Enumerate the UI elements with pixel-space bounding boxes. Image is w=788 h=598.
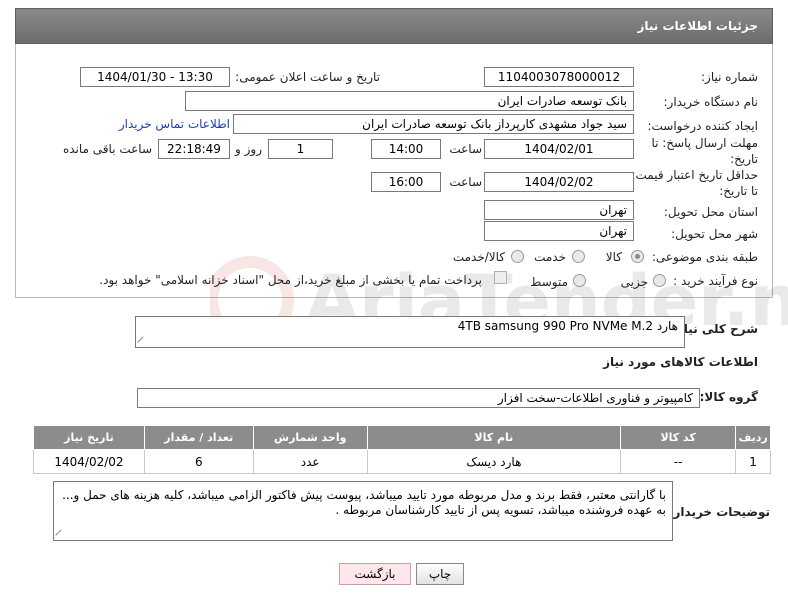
announce-field: 1404/01/30 - 13:30: [80, 67, 230, 87]
cell-row-number: 1: [735, 449, 771, 474]
panel-title: جزئیات اطلاعات نیاز: [637, 19, 758, 33]
process-medium-label: متوسط: [530, 275, 568, 289]
province-label: استان محل تحویل:: [663, 205, 758, 219]
buyer-org-label: نام دستگاه خریدار:: [663, 95, 759, 109]
process-radio-medium[interactable]: [573, 274, 586, 287]
goods-group-label: گروه کالا:: [699, 390, 758, 404]
table-row: 1 -- هارد دیسک عدد 6 1404/02/02: [33, 449, 771, 474]
cell-need-date: 1404/02/02: [33, 449, 145, 474]
city-label: شهر محل تحویل:: [671, 227, 758, 241]
remaining-time-field: 22:18:49: [158, 139, 230, 159]
buyer-notes-line-1: با گارانتی معتبر، فقط برند و مدل مربوطه …: [62, 488, 666, 502]
category-goods-label: کالا: [605, 250, 622, 264]
category-goods-service-label: کالا/خدمت: [452, 250, 505, 264]
col-header-unit: واحد شمارش: [252, 425, 368, 450]
category-radio-service[interactable]: [572, 250, 585, 263]
cell-name: هارد دیسک: [366, 449, 622, 474]
validity-date-field: 1404/02/02: [484, 172, 634, 192]
goods-section-title: اطلاعات کالاهای مورد نیاز: [603, 355, 758, 369]
province-field: تهران: [484, 200, 634, 220]
announce-label: تاریخ و ساعت اعلان عمومی:: [235, 70, 380, 84]
remaining-label: ساعت باقی مانده: [62, 142, 152, 156]
goods-group-field: کامپیوتر و فناوری اطلاعات-سخت افزار: [137, 388, 700, 408]
days-field: 1: [268, 139, 333, 159]
buyer-notes-label: توضیحات خریدار:: [668, 505, 770, 519]
col-header-quantity: تعداد / مقدار: [143, 425, 254, 450]
deadline-date-field: 1404/02/01: [484, 139, 634, 159]
validity-label-2: تا تاریخ:: [719, 184, 758, 198]
col-header-need-date: تاریخ نیاز: [33, 425, 145, 450]
deadline-label-1: مهلت ارسال پاسخ: تا: [651, 136, 758, 150]
table-header-row: ردیف کد کالا نام کالا واحد شمارش تعداد /…: [33, 425, 771, 450]
process-label: نوع فرآیند خرید :: [673, 274, 758, 288]
deadline-label-2: تاریخ:: [730, 152, 758, 166]
cell-quantity: 6: [143, 449, 254, 474]
creator-label: ایجاد کننده درخواست:: [647, 119, 758, 133]
col-header-name: نام کالا: [366, 425, 622, 450]
buyer-notes-textarea: با گارانتی معتبر، فقط برند و مدل مربوطه …: [53, 481, 673, 541]
category-service-label: خدمت: [534, 250, 566, 264]
process-minor-label: جزیی: [620, 275, 648, 289]
creator-field: سید جواد مشهدی کارپرداز بانک توسعه صادرا…: [233, 114, 634, 134]
summary-textarea: هارد 4TB samsung 990 Pro NVMe M.2: [135, 316, 685, 348]
need-number-label: شماره نیاز:: [701, 70, 758, 84]
cell-unit: عدد: [252, 449, 368, 474]
category-radio-goods[interactable]: [631, 250, 644, 263]
process-radio-minor[interactable]: [653, 274, 666, 287]
buyer-notes-line-2: به عهده فروشنده میباشد، تسویه پس از تایی…: [335, 503, 666, 517]
cell-code: --: [619, 449, 737, 474]
validity-time-label: ساعت: [449, 175, 482, 189]
validity-label-1: حداقل تاریخ اعتبار قیمت:: [631, 168, 758, 182]
days-label: روز و: [235, 142, 262, 156]
print-button[interactable]: چاپ: [416, 563, 464, 585]
city-field: تهران: [484, 221, 634, 241]
panel-header: جزئیات اطلاعات نیاز: [15, 8, 773, 44]
payment-note: پرداخت تمام یا بخشی از مبلغ خرید،از محل …: [99, 273, 482, 287]
deadline-time-field: 14:00: [371, 139, 441, 159]
deadline-time-label: ساعت: [449, 142, 482, 156]
need-number-field: 1104003078000012: [484, 67, 634, 87]
treasury-checkbox[interactable]: [494, 271, 507, 284]
col-header-code: کد کالا: [619, 425, 737, 450]
back-button[interactable]: بازگشت: [339, 563, 411, 585]
validity-time-field: 16:00: [371, 172, 441, 192]
goods-table: ردیف کد کالا نام کالا واحد شمارش تعداد /…: [33, 425, 771, 474]
buyer-org-field: بانک توسعه صادرات ایران: [185, 91, 634, 111]
category-radio-goods-service[interactable]: [511, 250, 524, 263]
category-label: طبقه بندی موضوعی:: [651, 250, 758, 264]
col-header-row-number: ردیف: [735, 425, 771, 450]
contact-buyer-link[interactable]: اطلاعات تماس خریدار: [119, 117, 230, 131]
